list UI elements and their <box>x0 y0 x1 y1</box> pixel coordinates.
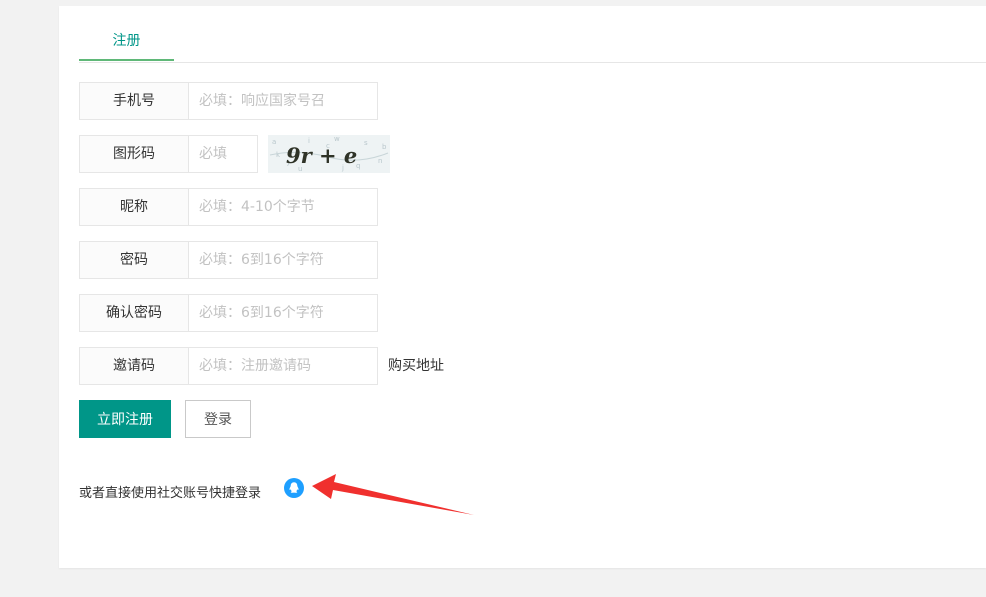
buy-link[interactable]: 购买地址 <box>388 347 444 385</box>
tab-register[interactable]: 注册 <box>79 26 174 61</box>
invite-row: 邀请码 购买地址 <box>79 347 479 385</box>
confirm-password-label: 确认密码 <box>79 294 189 332</box>
captcha-image[interactable]: a7i cjs nku qwb 9r + e <box>268 135 390 173</box>
invite-label: 邀请码 <box>79 347 189 385</box>
password-label: 密码 <box>79 241 189 279</box>
invite-input[interactable] <box>188 347 378 385</box>
confirm-password-input[interactable] <box>188 294 378 332</box>
svg-text:a: a <box>272 138 276 146</box>
register-button[interactable]: 立即注册 <box>79 400 171 438</box>
social-login-text: 或者直接使用社交账号快捷登录 <box>79 486 262 501</box>
phone-input[interactable] <box>188 82 378 120</box>
password-input[interactable] <box>188 241 378 279</box>
captcha-label: 图形码 <box>79 135 189 173</box>
login-button[interactable]: 登录 <box>185 400 251 438</box>
svg-text:s: s <box>364 139 368 147</box>
nickname-input[interactable] <box>188 188 378 226</box>
tab-bar: 注册 <box>79 26 986 63</box>
qq-icon[interactable] <box>284 478 304 498</box>
svg-text:b: b <box>382 143 387 151</box>
svg-text:w: w <box>334 135 340 143</box>
phone-label: 手机号 <box>79 82 189 120</box>
svg-text:n: n <box>378 157 382 165</box>
register-panel: 注册 手机号 图形码 a7i cjs nku qwb 9r + e 昵称 密码 … <box>59 6 986 568</box>
nickname-label: 昵称 <box>79 188 189 226</box>
captcha-text: 9r + e <box>286 143 357 168</box>
captcha-input[interactable] <box>188 135 258 173</box>
